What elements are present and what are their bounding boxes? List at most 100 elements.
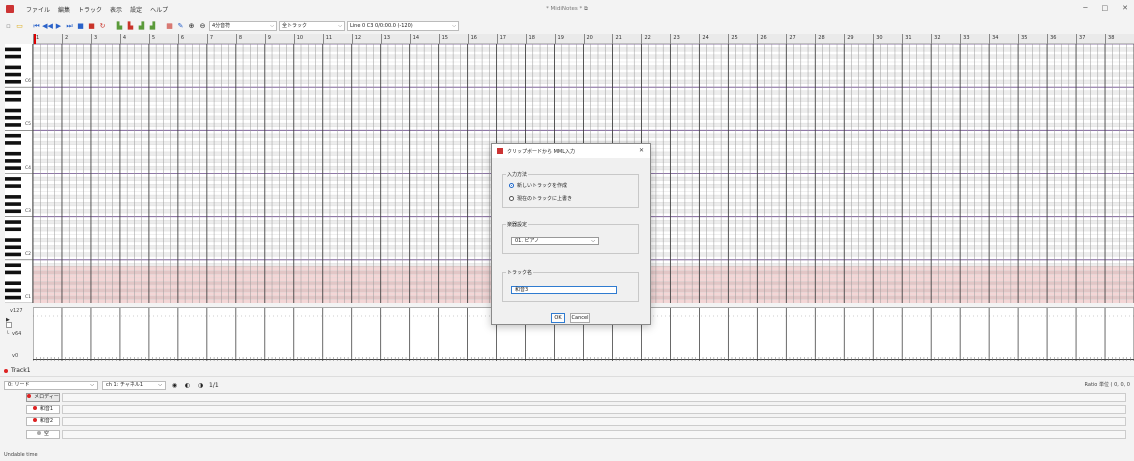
stop-icon[interactable]: ■ bbox=[76, 22, 85, 31]
octave-label: C2 bbox=[25, 251, 32, 257]
measure-tick: 6 bbox=[177, 34, 184, 44]
black-key[interactable] bbox=[5, 123, 21, 127]
measure-tick: 29 bbox=[844, 34, 854, 44]
erase-tool-icon[interactable]: ▦ bbox=[165, 22, 174, 31]
track-label: メロディー bbox=[34, 394, 59, 400]
position-select[interactable]: Line 0 C3 0/0:00.0 (-120) ⌵ bbox=[347, 21, 459, 31]
black-key[interactable] bbox=[5, 252, 21, 257]
note-tool-2-icon[interactable]: ▙ bbox=[126, 22, 135, 31]
measure-ruler[interactable]: 1 2 3 4 5 6 7 8 9 10 11 12 13 14 15 16 17 18 19 20 21 22 23 24 2… bbox=[33, 34, 1134, 44]
measure-tick: 20 bbox=[583, 34, 593, 44]
note-length-select[interactable]: 4分音符 ⌵ bbox=[209, 21, 277, 31]
black-key[interactable] bbox=[5, 220, 21, 224]
black-key[interactable] bbox=[5, 202, 21, 206]
mute-icon[interactable]: ◐ bbox=[183, 381, 192, 390]
menu-track[interactable]: トラック bbox=[74, 5, 106, 14]
black-key[interactable] bbox=[5, 90, 21, 95]
black-key[interactable] bbox=[5, 141, 21, 145]
black-key[interactable] bbox=[5, 47, 21, 52]
black-key[interactable] bbox=[5, 295, 21, 300]
black-key[interactable] bbox=[5, 195, 21, 199]
play-icon[interactable]: ▶ bbox=[54, 22, 63, 31]
black-key[interactable] bbox=[5, 115, 21, 120]
measure-tick: 9 bbox=[264, 34, 271, 44]
black-key[interactable] bbox=[5, 238, 21, 242]
velocity-mid-label: v64 bbox=[12, 331, 22, 337]
menu-settings[interactable]: 設定 bbox=[126, 5, 146, 14]
black-key[interactable] bbox=[5, 159, 21, 163]
chevron-down-icon: ⌵ bbox=[591, 238, 595, 244]
radio-new-track[interactable]: 新しいトラックを作成 bbox=[509, 182, 567, 189]
track-button-empty[interactable]: 空 bbox=[26, 430, 60, 439]
window-controls: ─ □ ✕ bbox=[1083, 4, 1128, 12]
ok-button[interactable]: OK bbox=[551, 313, 565, 323]
solo-icon[interactable]: ◑ bbox=[196, 381, 205, 390]
dialog-close-button[interactable]: ✕ bbox=[639, 147, 644, 154]
black-key[interactable] bbox=[5, 65, 21, 70]
menu-edit[interactable]: 編集 bbox=[54, 5, 74, 14]
black-key[interactable] bbox=[5, 184, 21, 188]
track-button-melody[interactable]: メロディー bbox=[26, 393, 60, 402]
track-header: Track1 bbox=[0, 365, 1134, 377]
black-key[interactable] bbox=[5, 281, 21, 286]
rewind-icon[interactable]: ◀◀ bbox=[42, 22, 53, 31]
track-mode-select[interactable]: 全トラック ⌵ bbox=[279, 21, 345, 31]
rewind-start-icon[interactable]: ⏮ bbox=[32, 22, 41, 31]
menu-help[interactable]: ヘルプ bbox=[146, 5, 172, 14]
black-key[interactable] bbox=[5, 227, 21, 232]
track-name-input[interactable]: 和音3 bbox=[511, 286, 617, 294]
black-key[interactable] bbox=[5, 177, 21, 181]
channel-select[interactable]: ch 1: チャネル1 ⌵ bbox=[102, 380, 166, 390]
open-file-icon[interactable]: ▭ bbox=[15, 22, 24, 31]
black-key[interactable] bbox=[5, 133, 21, 138]
input-method-group: 入力方法 新しいトラックを作成 現在のトラックに上書き bbox=[502, 171, 639, 208]
note-tool-3-icon[interactable]: ▟ bbox=[137, 22, 146, 31]
channel-select-value: ch 1: チャネル1 bbox=[106, 381, 144, 388]
track-button-chord2[interactable]: 和音2 bbox=[26, 417, 60, 426]
black-key[interactable] bbox=[5, 166, 21, 170]
track-lane[interactable] bbox=[62, 405, 1126, 414]
black-key[interactable] bbox=[5, 245, 21, 250]
note-tool-4-icon[interactable]: ▟ bbox=[148, 22, 157, 31]
piano-keyboard[interactable]: C6 C5 C4 C3 C2 C1 bbox=[5, 44, 33, 304]
track-lane[interactable] bbox=[62, 417, 1126, 426]
loop-icon[interactable]: ↻ bbox=[98, 22, 107, 31]
velocity-toggle-button[interactable] bbox=[6, 322, 12, 328]
zoom-out-icon[interactable]: ⊖ bbox=[198, 22, 207, 31]
page-indicator: 1/1 bbox=[209, 381, 219, 389]
radio-overwrite-track[interactable]: 現在のトラックに上書き bbox=[509, 195, 572, 202]
cancel-button[interactable]: Cancel bbox=[570, 313, 590, 323]
zoom-in-icon[interactable]: ⊕ bbox=[187, 22, 196, 31]
black-key[interactable] bbox=[5, 288, 21, 293]
minimize-button[interactable]: ─ bbox=[1083, 4, 1087, 12]
forward-icon[interactable]: ⏭ bbox=[65, 22, 74, 31]
speaker-icon[interactable]: ◉ bbox=[170, 381, 179, 390]
menu-file[interactable]: ファイル bbox=[22, 5, 54, 14]
track-lane[interactable] bbox=[62, 393, 1126, 402]
note-tool-1-icon[interactable]: ▙ bbox=[115, 22, 124, 31]
close-button[interactable]: ✕ bbox=[1122, 4, 1128, 12]
instrument-group: 楽器設定 01. ピアノ ⌵ bbox=[502, 221, 639, 254]
black-key[interactable] bbox=[5, 108, 21, 113]
maximize-button[interactable]: □ bbox=[1102, 4, 1109, 12]
black-key[interactable] bbox=[5, 263, 21, 268]
black-key[interactable] bbox=[5, 151, 21, 156]
black-key[interactable] bbox=[5, 270, 21, 275]
black-key[interactable] bbox=[5, 54, 21, 59]
menu-view[interactable]: 表示 bbox=[106, 5, 126, 14]
black-key[interactable] bbox=[5, 79, 21, 84]
track-row-chord1: 和音1 bbox=[0, 405, 1134, 416]
new-file-icon[interactable]: ▫ bbox=[4, 22, 13, 31]
measure-tick: 7 bbox=[206, 34, 213, 44]
black-key[interactable] bbox=[5, 97, 21, 102]
pencil-tool-icon[interactable]: ✎ bbox=[176, 22, 185, 31]
record-icon[interactable]: ■ bbox=[87, 22, 96, 31]
instrument-select[interactable]: 01. ピアノ ⌵ bbox=[511, 237, 599, 245]
track-button-chord1[interactable]: 和音1 bbox=[26, 405, 60, 414]
track-lane[interactable] bbox=[62, 430, 1126, 439]
radio-label: 新しいトラックを作成 bbox=[517, 183, 568, 189]
black-key[interactable] bbox=[5, 72, 21, 77]
black-key[interactable] bbox=[5, 209, 21, 214]
measure-tick: 37 bbox=[1076, 34, 1085, 44]
tool-select[interactable]: 0: リード ⌵ bbox=[4, 380, 98, 390]
